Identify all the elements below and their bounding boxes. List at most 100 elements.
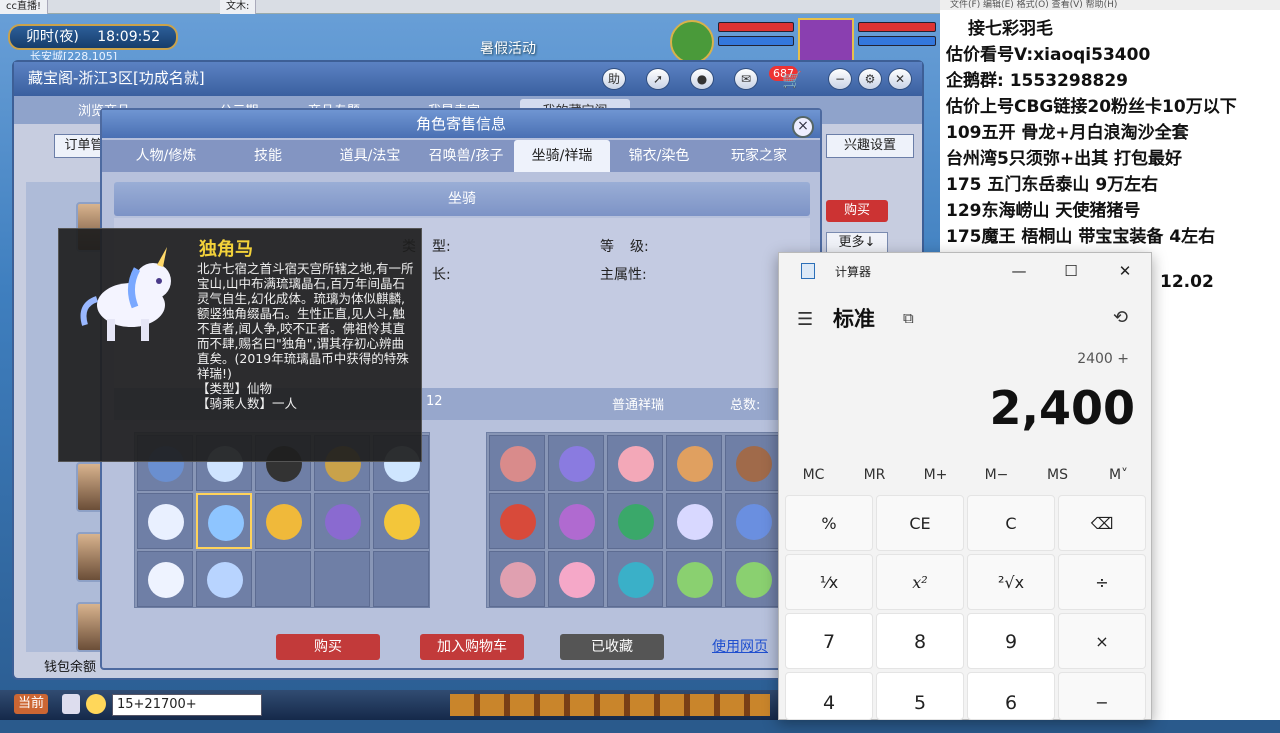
field-main-attr: 主属性: bbox=[600, 267, 647, 283]
xiangrui-slot[interactable] bbox=[548, 435, 604, 491]
xiangrui-slot[interactable] bbox=[489, 435, 545, 491]
xiangrui-slot[interactable] bbox=[666, 435, 722, 491]
mount-slot[interactable] bbox=[137, 551, 193, 607]
shortcut-bar[interactable] bbox=[450, 694, 770, 716]
pet-icon bbox=[559, 562, 595, 598]
chat-input[interactable]: 15+21700+ bbox=[112, 694, 262, 716]
browser-tab-doc[interactable]: 文木: bbox=[220, 0, 257, 14]
note-line: 12.02 bbox=[1160, 272, 1214, 292]
keep-on-top-icon[interactable]: ⧉ bbox=[903, 309, 914, 327]
memory-row: MC MR M+ M− MS M˅ bbox=[783, 461, 1149, 489]
browser-tab-live[interactable]: cc直播! bbox=[0, 0, 49, 14]
ce-button[interactable]: CE bbox=[876, 495, 964, 551]
minus-button[interactable]: − bbox=[1058, 672, 1146, 720]
seven-button[interactable]: 7 bbox=[785, 613, 873, 669]
xiangrui-slot[interactable] bbox=[725, 435, 781, 491]
cart-icon[interactable]: 🛒 bbox=[782, 70, 802, 89]
mount-slot[interactable] bbox=[314, 493, 370, 549]
tab-home[interactable]: 玩家之家 bbox=[714, 140, 804, 172]
divide-button[interactable]: ÷ bbox=[1058, 554, 1146, 610]
buy-button[interactable]: 购买 bbox=[276, 634, 380, 660]
mount-slot[interactable] bbox=[373, 493, 429, 549]
xiangrui-slot[interactable] bbox=[607, 435, 663, 491]
hamburger-menu-icon[interactable]: ☰ bbox=[797, 309, 813, 330]
minimize-icon[interactable]: — bbox=[997, 257, 1041, 285]
mount-slot[interactable] bbox=[137, 493, 193, 549]
sqrt-button[interactable]: ²√x bbox=[967, 554, 1055, 610]
note-line: 129东海崂山 天使猪猪号 bbox=[946, 201, 1141, 221]
help-button[interactable]: 助 bbox=[602, 68, 626, 90]
six-button[interactable]: 6 bbox=[967, 672, 1055, 720]
mic-icon[interactable] bbox=[62, 694, 80, 714]
tab-character[interactable]: 人物/修炼 bbox=[118, 140, 214, 172]
pet-icon bbox=[559, 504, 595, 540]
maximize-icon[interactable]: ☐ bbox=[1049, 257, 1093, 285]
note-line: 台州湾5只须弥+出其 打包最好 bbox=[946, 149, 1182, 169]
xiangrui-slot[interactable] bbox=[607, 493, 663, 549]
chat-channel[interactable]: 当前 bbox=[14, 694, 49, 714]
pet-icon bbox=[207, 562, 243, 598]
ms-button[interactable]: MS bbox=[1027, 461, 1088, 489]
history-icon[interactable]: ⟲ bbox=[1113, 307, 1128, 328]
xiangrui-slot[interactable] bbox=[489, 551, 545, 607]
four-button[interactable]: 4 bbox=[785, 672, 873, 720]
five-button[interactable]: 5 bbox=[876, 672, 964, 720]
xiangrui-grid bbox=[486, 432, 782, 608]
nine-button[interactable]: 9 bbox=[967, 613, 1055, 669]
favorited-button[interactable]: 已收藏 bbox=[560, 634, 664, 660]
pet-icon bbox=[736, 562, 772, 598]
tab-pets[interactable]: 召唤兽/孩子 bbox=[418, 140, 514, 172]
interest-settings-button[interactable]: 兴趣设置 bbox=[826, 134, 914, 158]
xiangrui-slot[interactable] bbox=[548, 551, 604, 607]
pet-icon bbox=[677, 446, 713, 482]
minimize-icon[interactable]: − bbox=[828, 68, 852, 90]
close-icon[interactable]: ✕ bbox=[888, 68, 912, 90]
stop-icon[interactable]: ● bbox=[690, 68, 714, 90]
pin-icon[interactable]: ➚ bbox=[646, 68, 670, 90]
calculator-expression: 2400 + bbox=[1077, 351, 1129, 367]
xiangrui-slot[interactable] bbox=[666, 493, 722, 549]
tab-items[interactable]: 道具/法宝 bbox=[322, 140, 418, 172]
description-text: 北方七宿之首斗宿天宫所辖之地,有一所宝山,山中布满琉璃晶石,百万年间晶石灵气自生… bbox=[197, 261, 414, 381]
clock-period: 卯时(夜) bbox=[25, 29, 79, 45]
side-more-button[interactable]: 更多↓ bbox=[826, 232, 888, 254]
clear-button[interactable]: C bbox=[967, 495, 1055, 551]
event-banner[interactable]: 暑假活动 bbox=[480, 38, 536, 58]
backspace-icon[interactable]: ⌫ bbox=[1058, 495, 1146, 551]
dialog-close-icon[interactable]: × bbox=[792, 116, 814, 138]
mount-slot[interactable] bbox=[196, 493, 252, 549]
note-line: 接七彩羽毛 bbox=[968, 19, 1053, 39]
add-cart-button[interactable]: 加入购物车 bbox=[420, 634, 524, 660]
settings-icon[interactable]: ⚙ bbox=[858, 68, 882, 90]
xiangrui-slot[interactable] bbox=[548, 493, 604, 549]
dialog-tabs: 人物/修炼 技能 道具/法宝 召唤兽/孩子 坐骑/祥瑞 锦衣/染色 玩家之家 bbox=[102, 140, 820, 172]
close-icon[interactable]: ✕ bbox=[1103, 257, 1147, 285]
percent-button[interactable]: % bbox=[785, 495, 873, 551]
multiply-button[interactable]: × bbox=[1058, 613, 1146, 669]
tab-outfits[interactable]: 锦衣/染色 bbox=[614, 140, 704, 172]
xiangrui-slot[interactable] bbox=[666, 551, 722, 607]
xiangrui-slot[interactable] bbox=[489, 493, 545, 549]
notes-menubar[interactable]: 文件(F) 编辑(E) 格式(O) 查看(V) 帮助(H) bbox=[940, 0, 1280, 10]
message-icon[interactable]: ✉ bbox=[734, 68, 758, 90]
m-minus-button[interactable]: M− bbox=[966, 461, 1027, 489]
xiangrui-slot[interactable] bbox=[725, 493, 781, 549]
mount-slot[interactable] bbox=[196, 551, 252, 607]
pet-avatar[interactable] bbox=[670, 20, 714, 64]
mc-button[interactable]: MC bbox=[783, 461, 844, 489]
tab-mounts[interactable]: 坐骑/祥瑞 bbox=[514, 140, 610, 172]
square-button[interactable]: x² bbox=[876, 554, 964, 610]
eight-button[interactable]: 8 bbox=[876, 613, 964, 669]
xiangrui-slot[interactable] bbox=[725, 551, 781, 607]
web-link[interactable]: 使用网页 bbox=[712, 636, 768, 656]
m-plus-button[interactable]: M+ bbox=[905, 461, 966, 489]
emoji-icon[interactable] bbox=[86, 694, 106, 714]
side-buy-button[interactable]: 购买 bbox=[826, 200, 888, 222]
pet-icon bbox=[500, 504, 536, 540]
tab-skills[interactable]: 技能 bbox=[230, 140, 306, 172]
reciprocal-button[interactable]: ¹⁄x bbox=[785, 554, 873, 610]
memory-list-button[interactable]: M˅ bbox=[1088, 461, 1149, 489]
xiangrui-slot[interactable] bbox=[607, 551, 663, 607]
mr-button[interactable]: MR bbox=[844, 461, 905, 489]
mount-slot[interactable] bbox=[255, 493, 311, 549]
